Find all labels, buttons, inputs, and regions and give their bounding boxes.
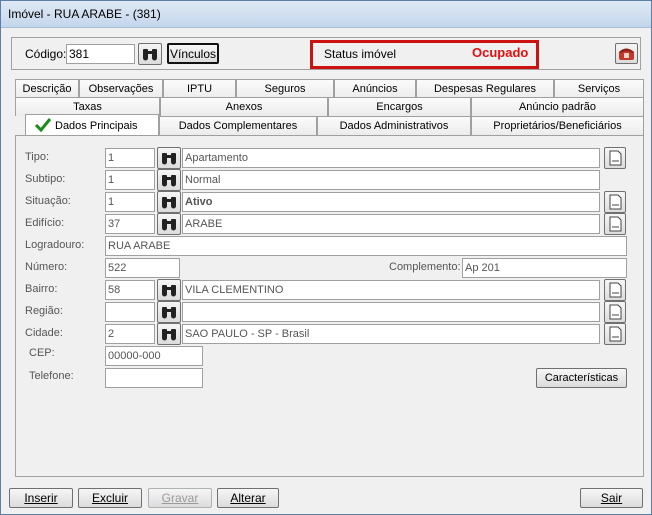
situacao-label: Situação: xyxy=(25,195,71,207)
situacao-code-input[interactable]: 1 xyxy=(105,192,155,212)
binoculars-icon xyxy=(162,285,176,297)
codigo-label: Código: xyxy=(25,47,67,61)
phone-button[interactable] xyxy=(615,43,638,64)
alterar-label: Alterar xyxy=(230,491,266,505)
edificio-search-button[interactable] xyxy=(157,213,181,235)
tab-seguros[interactable]: Seguros xyxy=(236,79,334,98)
codigo-input[interactable]: 381 xyxy=(66,44,135,64)
situacao-search-button[interactable] xyxy=(157,191,181,213)
edificio-desc-input[interactable]: ARABE xyxy=(182,214,600,234)
tab-dados-complementares[interactable]: Dados Complementares xyxy=(159,116,317,135)
vinculos-button[interactable]: Vínculos xyxy=(167,43,219,64)
gravar-label: Gravar xyxy=(161,491,199,505)
numero-label: Número: xyxy=(25,261,68,273)
situacao-detail-button[interactable] xyxy=(604,191,626,213)
tab-despesas-regulares[interactable]: Despesas Regulares xyxy=(416,79,554,98)
bairro-code-input[interactable]: 58 xyxy=(105,280,155,300)
status-value: Ocupado xyxy=(472,45,529,60)
regiao-desc-input[interactable] xyxy=(182,302,600,322)
cidade-desc-input[interactable]: SAO PAULO - SP - Brasil xyxy=(182,324,600,344)
document-icon xyxy=(609,194,622,210)
subtipo-desc-input[interactable]: Normal xyxy=(182,170,600,190)
regiao-label: Região: xyxy=(25,305,63,317)
logradouro-label: Logradouro: xyxy=(25,239,85,251)
cep-input[interactable]: 00000-000 xyxy=(105,346,203,366)
complemento-label: Complemento: xyxy=(389,261,461,273)
cidade-search-button[interactable] xyxy=(157,323,181,345)
excluir-label: Excluir xyxy=(91,491,128,505)
situacao-desc-input[interactable]: Ativo xyxy=(182,192,600,212)
tab-iptu[interactable]: IPTU xyxy=(163,79,236,98)
regiao-search-button[interactable] xyxy=(157,301,181,323)
subtipo-search-button[interactable] xyxy=(157,169,181,191)
tab-anuncios[interactable]: Anúncios xyxy=(334,79,416,98)
telefone-input[interactable] xyxy=(105,368,203,388)
numero-input[interactable]: 522 xyxy=(105,258,180,278)
tab-descricao[interactable]: Descrição xyxy=(15,79,79,98)
codigo-search-button[interactable] xyxy=(138,43,162,65)
property-window: Imóvel - RUA ARABE - (381) Código: 381 V… xyxy=(0,0,652,515)
subtipo-label: Subtipo: xyxy=(25,173,66,185)
tab-observacoes[interactable]: Observações xyxy=(79,79,163,98)
title-bar: Imóvel - RUA ARABE - (381) xyxy=(1,1,651,28)
binoculars-icon xyxy=(143,49,157,61)
tab-anuncio-padrao[interactable]: Anúncio padrão xyxy=(471,97,644,116)
telefone-label: Telefone: xyxy=(29,370,74,382)
binoculars-icon xyxy=(162,329,176,341)
regiao-detail-button[interactable] xyxy=(604,301,626,323)
bairro-search-button[interactable] xyxy=(157,279,181,301)
bairro-label: Bairro: xyxy=(25,283,58,295)
binoculars-icon xyxy=(162,219,176,231)
edificio-detail-button[interactable] xyxy=(604,213,626,235)
cidade-code-input[interactable]: 2 xyxy=(105,324,155,344)
document-icon xyxy=(609,282,622,298)
document-icon xyxy=(609,326,622,342)
binoculars-icon xyxy=(162,197,176,209)
subtipo-code-input[interactable]: 1 xyxy=(105,170,155,190)
inserir-button[interactable]: Inserir xyxy=(9,488,73,508)
document-icon xyxy=(609,304,622,320)
tab-anexos[interactable]: Anexos xyxy=(160,97,328,116)
status-label: Status imóvel xyxy=(324,47,397,61)
bairro-detail-button[interactable] xyxy=(604,279,626,301)
edificio-label: Edifício: xyxy=(25,217,65,229)
window-title: Imóvel - RUA ARABE - (381) xyxy=(8,7,161,21)
tipo-desc-input[interactable]: Apartamento xyxy=(182,148,600,168)
phone-icon xyxy=(619,48,634,60)
sair-button[interactable]: Sair xyxy=(580,488,643,508)
caracteristicas-button[interactable]: Características xyxy=(536,368,627,388)
excluir-button[interactable]: Excluir xyxy=(78,488,142,508)
gravar-button[interactable]: Gravar xyxy=(148,488,212,508)
tab-dados-principais[interactable]: Dados Principais xyxy=(25,114,159,136)
complemento-input[interactable]: Ap 201 xyxy=(462,258,627,278)
tab-proprietarios[interactable]: Proprietários/Beneficiários xyxy=(471,116,644,135)
tipo-label: Tipo: xyxy=(25,151,50,163)
tab-dados-principais-label: Dados Principais xyxy=(55,120,138,132)
cidade-label: Cidade: xyxy=(25,327,63,339)
cidade-detail-button[interactable] xyxy=(604,323,626,345)
cep-label: CEP: xyxy=(29,347,55,359)
tipo-detail-button[interactable] xyxy=(604,147,626,169)
binoculars-icon xyxy=(162,307,176,319)
tipo-search-button[interactable] xyxy=(157,147,181,169)
inserir-label: Inserir xyxy=(24,491,58,505)
regiao-code-input[interactable] xyxy=(105,302,155,322)
document-icon xyxy=(609,150,622,166)
checkmark-icon xyxy=(34,118,52,133)
bairro-desc-input[interactable]: VILA CLEMENTINO xyxy=(182,280,600,300)
tab-servicos[interactable]: Serviços xyxy=(554,79,644,98)
logradouro-input[interactable]: RUA ARABE xyxy=(105,236,627,256)
sair-label: Sair xyxy=(600,491,623,505)
edificio-code-input[interactable]: 37 xyxy=(105,214,155,234)
document-icon xyxy=(609,216,622,232)
binoculars-icon xyxy=(162,175,176,187)
tipo-code-input[interactable]: 1 xyxy=(105,148,155,168)
alterar-button[interactable]: Alterar xyxy=(217,488,279,508)
binoculars-icon xyxy=(162,153,176,165)
tab-encargos[interactable]: Encargos xyxy=(328,97,471,116)
tab-dados-administrativos[interactable]: Dados Administrativos xyxy=(317,116,471,135)
